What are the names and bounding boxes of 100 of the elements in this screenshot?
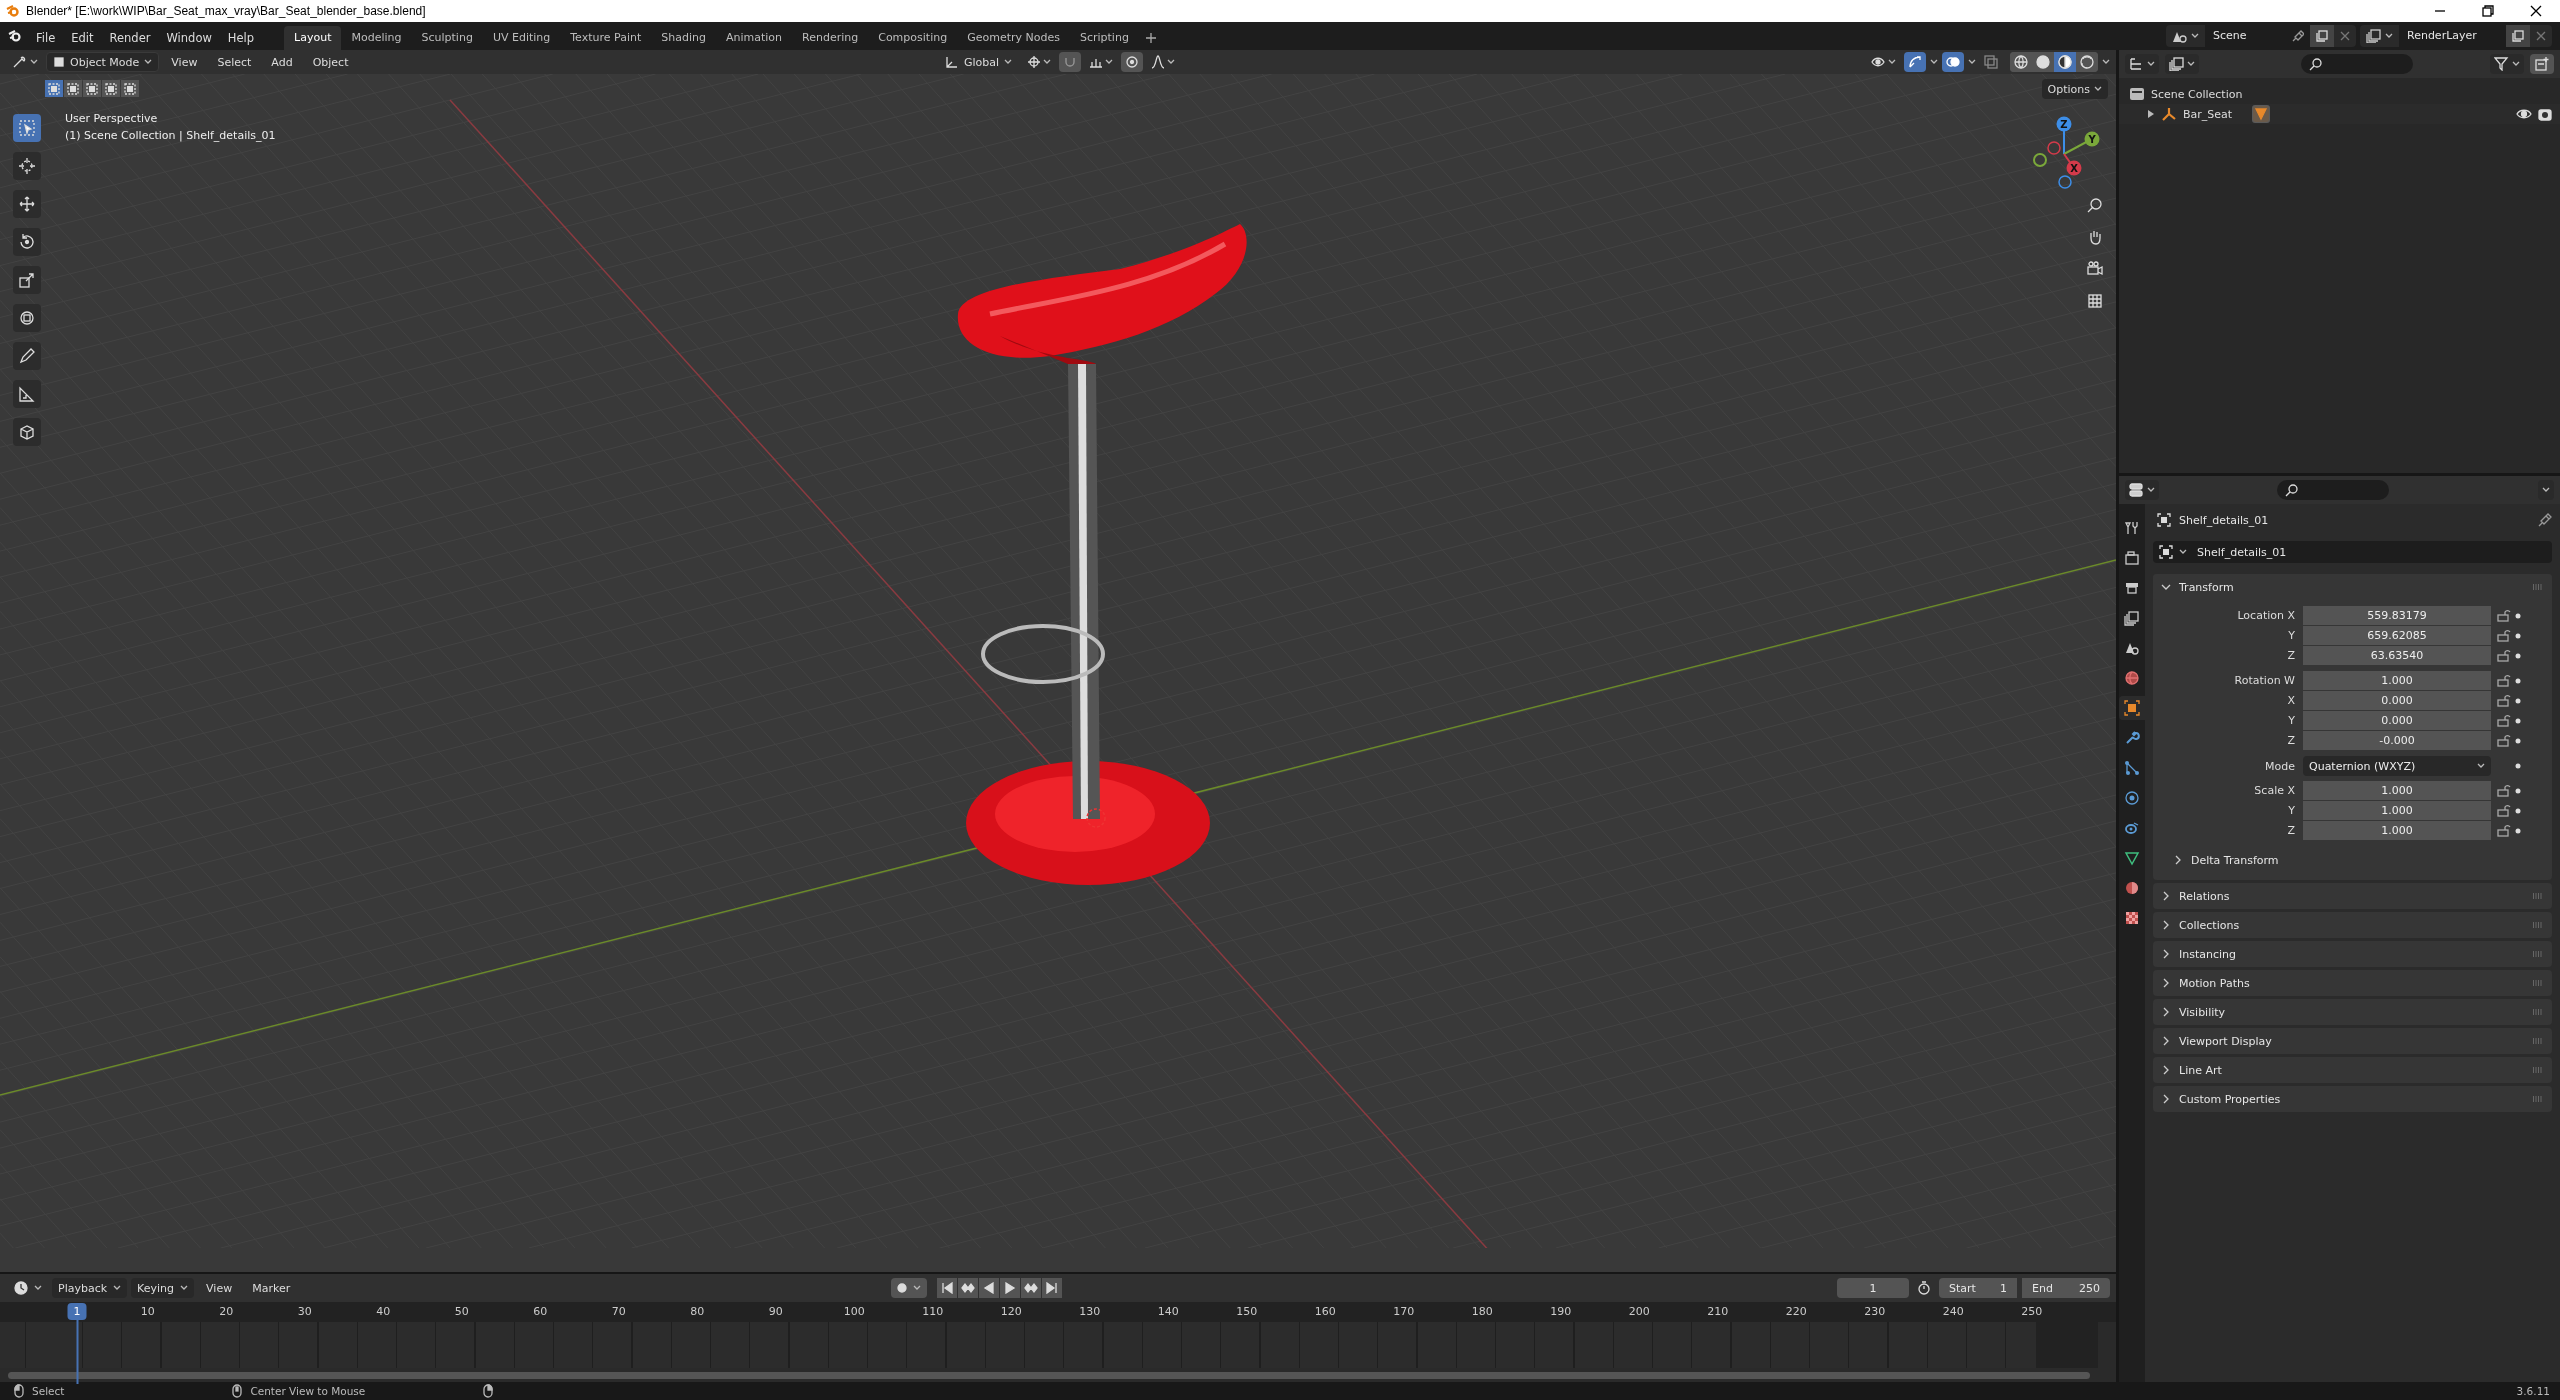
frame-ruler[interactable] [0,1302,2116,1322]
select-mode-button[interactable] [121,80,139,97]
search-field[interactable] [2301,54,2413,74]
hand-icon[interactable] [2087,229,2103,245]
keyframe-dot-icon[interactable] [2515,652,2521,659]
end-frame-field[interactable]: End 250 [2022,1278,2110,1298]
lock-icon[interactable] [2497,629,2511,642]
orientation-dropdown[interactable]: Global [938,52,1020,72]
keyframe-dot-icon[interactable] [2515,787,2521,794]
workspace-tab[interactable]: Geometry Nodes [957,26,1070,50]
workspace-tab[interactable]: UV Editing [482,26,561,50]
number-field[interactable]: 0.000 [2303,691,2491,710]
menu-item[interactable]: Object [304,55,357,69]
duplicate-icon[interactable] [2316,30,2328,42]
panel-header[interactable]: Motion Paths [2153,970,2552,996]
menu-item[interactable]: View [163,55,206,69]
mode-dropdown[interactable]: Object Mode [46,52,160,72]
camera-icon[interactable] [2538,107,2552,121]
workspace-tab[interactable]: Compositing [868,26,958,50]
editor-type-icon[interactable] [2129,483,2145,497]
panel-header[interactable]: Instancing [2153,941,2552,967]
panel-header[interactable]: Line Art [2153,1057,2552,1083]
drag-handle-icon[interactable] [2532,980,2544,986]
menu-item[interactable]: Add [263,55,301,69]
workspace-tab[interactable]: Scripting [1069,26,1139,50]
number-field[interactable]: 63.63540 [2303,646,2491,665]
menu-item[interactable]: View [198,1281,241,1295]
scene-selector[interactable]: Scene [2166,25,2356,47]
add-icon[interactable] [1144,32,1157,44]
keyframe-dot-icon[interactable] [2515,763,2521,769]
number-field[interactable]: -0.000 [2303,731,2491,750]
expand-arrow-icon[interactable] [2147,110,2155,118]
options-dropdown[interactable]: Options [2041,79,2108,99]
select-mode-button[interactable] [64,80,82,97]
object-name-field[interactable]: Shelf_details_01 [2153,541,2552,563]
workspace-tab[interactable]: Layout [284,26,342,50]
jump-start-icon[interactable] [941,1282,954,1294]
shading-button[interactable] [2054,52,2076,72]
play-icon[interactable] [1004,1282,1017,1294]
lock-icon[interactable] [2497,784,2511,797]
view-layer-name-field[interactable]: RenderLayer [2399,25,2506,47]
lock-icon[interactable] [2497,804,2511,817]
keyframe-dot-icon[interactable] [2515,827,2521,834]
tool-button[interactable] [13,228,41,256]
number-field[interactable]: 1.000 [2303,801,2491,820]
overlays-icon[interactable] [1946,55,1960,69]
lock-icon[interactable] [2497,694,2511,707]
tool-button[interactable] [13,266,41,294]
number-field[interactable]: 659.62085 [2303,626,2491,645]
drag-handle-icon[interactable] [2532,1038,2544,1044]
panel-header[interactable]: Relations [2153,883,2552,909]
panel-header[interactable]: Custom Properties [2153,1086,2552,1112]
current-frame-field[interactable]: 1 [1837,1278,1909,1298]
lock-icon[interactable] [2497,824,2511,837]
tool-button[interactable] [13,152,41,180]
drag-handle-icon[interactable] [2532,1009,2544,1015]
tool-button[interactable] [13,380,41,408]
keyframe-dot-icon[interactable] [2515,717,2521,724]
keyframe-dot-icon[interactable] [2515,677,2521,684]
select-mode-button[interactable] [102,80,120,97]
drag-handle-icon[interactable] [2532,1096,2544,1102]
menu-item[interactable]: Render [101,26,159,50]
menu-item[interactable]: Window [158,26,220,50]
workspace-tab[interactable]: Rendering [792,26,869,50]
pivot-icon[interactable] [1027,55,1042,69]
blender-logo-icon[interactable] [8,29,22,43]
drag-handle-icon[interactable] [2532,922,2544,928]
search-field[interactable] [2277,480,2389,500]
tool-button[interactable] [13,342,41,370]
editor-type-icon[interactable] [12,55,28,69]
tool-button[interactable] [13,114,41,142]
workspace-tab[interactable]: Texture Paint [560,26,652,50]
tool-button[interactable] [13,418,41,446]
scene-name-field[interactable]: Scene [2205,25,2286,47]
lock-icon[interactable] [2497,674,2511,687]
mesh-data-icon[interactable] [2253,106,2270,122]
menu-dropdown[interactable]: Keying [131,1278,195,1298]
outliner-item[interactable]: Bar_Seat [2183,107,2233,121]
drag-handle-icon[interactable] [2532,893,2544,899]
menu-item[interactable]: File [28,26,64,50]
number-field[interactable]: 0.000 [2303,711,2491,730]
tool-button[interactable] [13,304,41,332]
workspace-tab[interactable]: Animation [715,26,793,50]
lock-icon[interactable] [2497,609,2511,622]
keyframe-dot-icon[interactable] [2515,632,2521,639]
menu-item[interactable]: Marker [244,1281,299,1295]
proportional-edit-icon[interactable] [1125,55,1140,69]
eye-icon[interactable] [2516,108,2532,120]
clock-icon[interactable] [14,1281,28,1295]
select-mode-button[interactable] [83,80,101,97]
keyframe-dot-icon[interactable] [2515,697,2521,704]
new-collection-icon[interactable] [2534,56,2550,72]
eye-cursor-icon[interactable] [1870,55,1886,69]
number-field[interactable]: 1.000 [2303,821,2491,840]
workspace-tab[interactable]: Sculpting [411,26,483,50]
start-frame-field[interactable]: Start 1 [1939,1278,2017,1298]
drag-handle-icon[interactable] [2532,951,2544,957]
restore-icon[interactable] [2482,5,2494,17]
navigation-gizmo[interactable]: Z Y X [2033,116,2100,189]
number-field[interactable]: 1.000 [2303,671,2491,690]
